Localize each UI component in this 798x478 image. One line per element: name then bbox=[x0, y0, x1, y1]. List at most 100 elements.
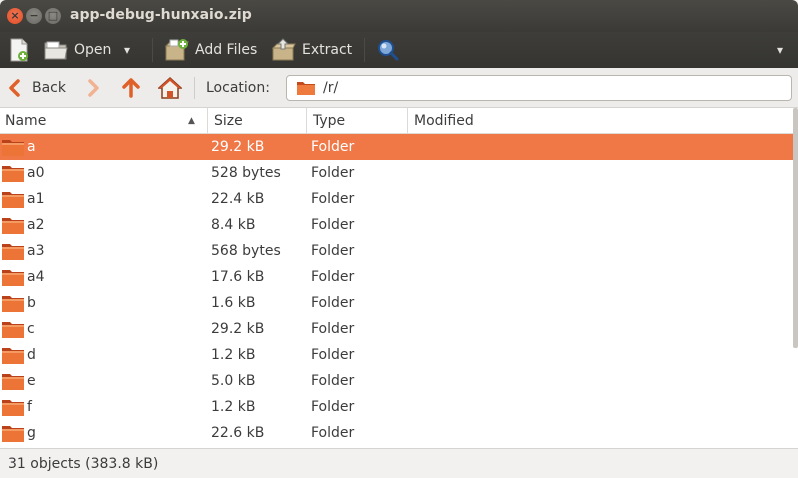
file-name: a3 bbox=[27, 243, 45, 259]
open-dropdown-button[interactable]: ▾ bbox=[124, 32, 130, 68]
forward-button[interactable] bbox=[88, 68, 100, 108]
file-size: 29.2 kB bbox=[211, 321, 265, 337]
location-path: /r/ bbox=[323, 80, 339, 96]
file-size: 17.6 kB bbox=[211, 269, 265, 285]
new-archive-button[interactable] bbox=[8, 32, 30, 68]
folder-icon bbox=[2, 140, 24, 156]
sort-ascending-icon: ▲ bbox=[188, 116, 195, 126]
vertical-scrollbar[interactable] bbox=[793, 108, 798, 348]
column-header-size[interactable]: Size bbox=[208, 108, 307, 134]
table-row[interactable]: a1 22.4 kB Folder bbox=[0, 186, 798, 212]
table-row[interactable]: g 22.6 kB Folder bbox=[0, 420, 798, 446]
file-name: f bbox=[27, 399, 32, 415]
folder-icon bbox=[297, 82, 315, 95]
folder-icon bbox=[2, 348, 24, 364]
table-row[interactable]: a4 17.6 kB Folder bbox=[0, 264, 798, 290]
main-toolbar: Open ▾ Add Files Extract ▾ bbox=[0, 32, 798, 68]
back-label: Back bbox=[32, 80, 66, 96]
table-row[interactable]: c 29.2 kB Folder bbox=[0, 316, 798, 342]
column-header-name[interactable]: Name bbox=[0, 108, 208, 134]
column-header-type[interactable]: Type bbox=[307, 108, 408, 134]
overflow-menu-button[interactable]: ▾ bbox=[777, 32, 783, 68]
table-row[interactable]: b 1.6 kB Folder bbox=[0, 290, 798, 316]
table-row[interactable]: e 5.0 kB Folder bbox=[0, 368, 798, 394]
title-bar: × − □ app-debug-hunxaio.zip bbox=[0, 0, 798, 32]
file-size: 22.4 kB bbox=[211, 191, 265, 207]
file-name: g bbox=[27, 425, 36, 441]
minimize-icon: − bbox=[29, 9, 39, 22]
forward-arrow-icon bbox=[88, 79, 99, 97]
open-label: Open bbox=[74, 42, 112, 58]
search-icon bbox=[378, 40, 399, 61]
folder-icon bbox=[2, 166, 24, 182]
folder-icon bbox=[2, 322, 24, 338]
home-icon bbox=[158, 77, 182, 99]
file-name: a0 bbox=[27, 165, 45, 181]
file-size: 29.2 kB bbox=[211, 139, 265, 155]
folder-open-icon bbox=[44, 41, 68, 60]
file-name: e bbox=[27, 373, 36, 389]
file-type: Folder bbox=[311, 295, 355, 311]
maximize-window-button[interactable]: □ bbox=[45, 8, 61, 24]
file-size: 1.2 kB bbox=[211, 399, 256, 415]
status-bar: 31 objects (383.8 kB) bbox=[0, 448, 798, 478]
location-label: Location: bbox=[206, 80, 270, 96]
up-arrow-icon bbox=[122, 78, 140, 98]
new-archive-icon bbox=[10, 38, 28, 62]
file-type: Folder bbox=[311, 165, 355, 181]
folder-icon bbox=[2, 426, 24, 442]
file-type: Folder bbox=[311, 269, 355, 285]
file-name: a2 bbox=[27, 217, 45, 233]
table-row[interactable]: f 1.2 kB Folder bbox=[0, 394, 798, 420]
folder-icon bbox=[2, 270, 24, 286]
folder-icon bbox=[2, 400, 24, 416]
file-size: 22.6 kB bbox=[211, 425, 265, 441]
close-window-button[interactable]: × bbox=[7, 8, 23, 24]
file-size: 1.2 kB bbox=[211, 347, 256, 363]
up-button[interactable] bbox=[122, 68, 140, 108]
folder-icon bbox=[2, 218, 24, 234]
chevron-down-icon: ▾ bbox=[124, 43, 131, 57]
file-size: 8.4 kB bbox=[211, 217, 256, 233]
add-files-label: Add Files bbox=[195, 42, 258, 58]
location-input[interactable]: /r/ bbox=[286, 75, 792, 101]
folder-icon bbox=[2, 244, 24, 260]
file-name: a4 bbox=[27, 269, 45, 285]
minimize-window-button[interactable]: − bbox=[26, 8, 42, 24]
chevron-down-icon: ▾ bbox=[777, 43, 784, 57]
file-type: Folder bbox=[311, 217, 355, 233]
folder-icon bbox=[2, 296, 24, 312]
file-name: a bbox=[27, 139, 36, 155]
folder-icon bbox=[2, 374, 24, 390]
add-files-icon bbox=[165, 39, 189, 61]
file-type: Folder bbox=[311, 139, 355, 155]
file-name: a1 bbox=[27, 191, 45, 207]
file-type: Folder bbox=[311, 321, 355, 337]
file-list: Name ▲ Size Type Modified a 29.2 kB Folder… bbox=[0, 108, 798, 448]
file-type: Folder bbox=[311, 243, 355, 259]
file-type: Folder bbox=[311, 347, 355, 363]
extract-icon bbox=[272, 38, 296, 61]
folder-icon bbox=[2, 192, 24, 208]
window-title: app-debug-hunxaio.zip bbox=[70, 7, 252, 23]
open-button[interactable]: Open bbox=[44, 32, 111, 68]
add-files-button[interactable]: Add Files bbox=[165, 32, 257, 68]
file-size: 528 bytes bbox=[211, 165, 281, 181]
column-header-modified[interactable]: Modified bbox=[408, 108, 798, 134]
column-header: Name ▲ Size Type Modified bbox=[0, 108, 798, 134]
search-button[interactable] bbox=[377, 32, 399, 68]
table-row[interactable]: a0 528 bytes Folder bbox=[0, 160, 798, 186]
extract-button[interactable]: Extract bbox=[272, 32, 352, 68]
table-row[interactable]: d 1.2 kB Folder bbox=[0, 342, 798, 368]
file-name: c bbox=[27, 321, 35, 337]
back-button[interactable]: Back bbox=[8, 68, 66, 108]
file-size: 568 bytes bbox=[211, 243, 281, 259]
table-row[interactable]: a3 568 bytes Folder bbox=[0, 238, 798, 264]
status-text: 31 objects (383.8 kB) bbox=[8, 456, 159, 472]
table-row[interactable]: a2 8.4 kB Folder bbox=[0, 212, 798, 238]
file-type: Folder bbox=[311, 191, 355, 207]
file-type: Folder bbox=[311, 399, 355, 415]
home-button[interactable] bbox=[158, 68, 182, 108]
toolbar-separator bbox=[152, 38, 153, 62]
table-row[interactable]: a 29.2 kB Folder bbox=[0, 134, 798, 160]
